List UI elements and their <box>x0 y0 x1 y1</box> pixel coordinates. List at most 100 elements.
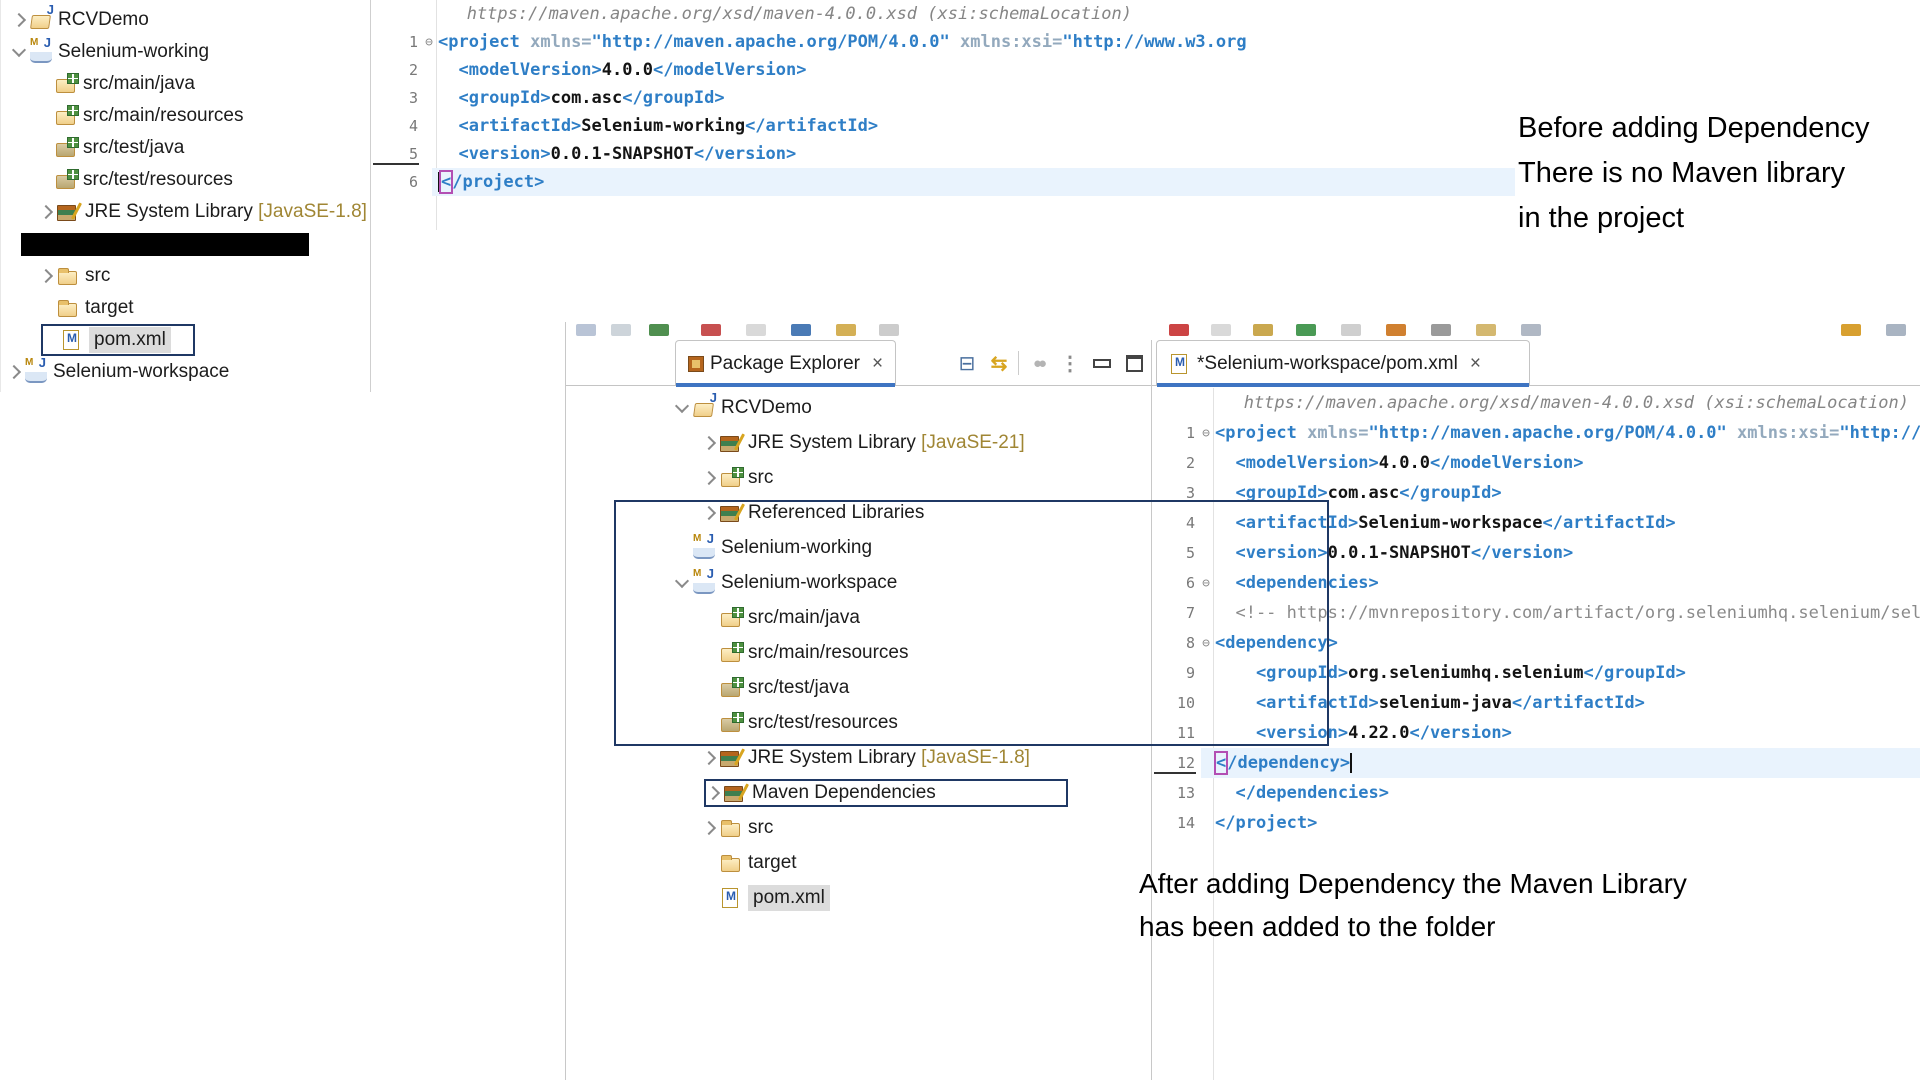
code-line-5[interactable]: 5 <version>0.0.1-SNAPSHOT</version> <box>1153 538 1920 568</box>
package-explorer-tree-bottom[interactable]: RCVDemoJRE System Library [JavaSE-21]src… <box>566 390 1150 915</box>
link-with-editor-icon[interactable]: ⇆ <box>983 347 1015 379</box>
filters-icon[interactable]: ●● <box>1022 347 1054 379</box>
code-line-8[interactable]: 8⊖<dependency> <box>1153 628 1920 658</box>
tree-item-src-test-java[interactable]: src/test/java <box>1 132 370 164</box>
chevron-collapsed-icon[interactable] <box>12 13 26 27</box>
chevron-collapsed-icon[interactable] <box>702 435 716 449</box>
tree-item-src-main-java[interactable]: src/main/java <box>566 600 1150 635</box>
code-line-2[interactable]: 2 <modelVersion>4.0.0</modelVersion> <box>372 56 1515 84</box>
chevron-collapsed-icon[interactable] <box>702 820 716 834</box>
tree-item-src[interactable]: src <box>566 460 1150 495</box>
tab-selenium-workspace-pom[interactable]: *Selenium-workspace/pom.xml × <box>1156 340 1530 386</box>
close-icon[interactable]: × <box>872 353 883 375</box>
toolbar-icon-fragment <box>836 324 856 336</box>
fold-collapse-icon[interactable]: ⊖ <box>420 35 438 50</box>
tree-item-src-main-resources[interactable]: src/main/resources <box>1 100 370 132</box>
syntax-segment: <modelVersion> <box>1215 453 1379 473</box>
view-toolbar: ⊟ ⇆ ●● ⋮ <box>951 346 1150 380</box>
toolbar-icon-fragment <box>1476 324 1496 336</box>
package-explorer-icon <box>688 356 704 372</box>
code-line-5[interactable]: 5 <version>0.0.1-SNAPSHOT</version> <box>372 140 1515 168</box>
tree-item-selenium-working[interactable]: Selenium-working <box>566 530 1150 565</box>
code-line-1[interactable]: 1⊖<project xmlns="http://maven.apache.or… <box>372 28 1515 56</box>
tree-item-src-test-resources[interactable]: src/test/resources <box>1 164 370 196</box>
chevron-collapsed-icon[interactable] <box>702 750 716 764</box>
tree-item-jre-system-library[interactable]: JRE System Library [JavaSE-1.8] <box>1 196 370 228</box>
maximize-icon[interactable] <box>1118 347 1150 379</box>
chevron-expanded-icon[interactable] <box>675 573 689 587</box>
chevron-collapsed-icon[interactable] <box>39 205 53 219</box>
toolbar-icon-fragment <box>1886 324 1906 336</box>
tab-package-explorer[interactable]: Package Explorer × <box>675 340 896 386</box>
tree-item-src-test-resources[interactable]: src/test/resources <box>566 705 1150 740</box>
chevron-collapsed-icon[interactable] <box>7 365 21 379</box>
chevron-expanded-icon[interactable] <box>675 398 689 412</box>
chevron-collapsed-icon[interactable] <box>702 505 716 519</box>
collapse-all-icon[interactable]: ⊟ <box>951 347 983 379</box>
tree-item-pom-xml[interactable]: pom.xml <box>1 324 370 356</box>
tree-item-src[interactable]: src <box>1 260 370 292</box>
code-line-6[interactable]: 6⊖ <dependencies> <box>1153 568 1920 598</box>
view-menu-icon[interactable]: ⋮ <box>1054 347 1086 379</box>
chevron-expanded-icon[interactable] <box>12 43 26 57</box>
composite-screenshot: { "colors": { "xml_tag": "#2e7ec6", "xml… <box>0 0 1920 1080</box>
syntax-segment: /dependency> <box>1227 753 1350 773</box>
tree-item-selenium-workspace[interactable]: Selenium-workspace <box>1 356 370 388</box>
tree-item-rcvdemo[interactable]: RCVDemo <box>566 390 1150 425</box>
maven-icon <box>30 41 52 63</box>
code-text: <artifactId>selenium-java</artifactId> <box>1215 693 1645 713</box>
tree-item-selenium-workspace[interactable]: Selenium-workspace <box>566 565 1150 600</box>
line-number: 6 <box>372 173 420 191</box>
code-line-12[interactable]: 12</dependency> <box>1153 748 1920 778</box>
code-text: <project xmlns="http://maven.apache.org/… <box>438 32 1247 52</box>
tree-item-pom-xml[interactable]: pom.xml <box>566 880 1150 915</box>
tree-item-referenced-libraries[interactable]: Referenced Libraries <box>566 495 1150 530</box>
tree-item-rcvdemo[interactable]: RCVDemo <box>1 4 370 36</box>
tree-item-src[interactable]: src <box>566 810 1150 845</box>
code-line-2[interactable]: 2 <modelVersion>4.0.0</modelVersion> <box>1153 448 1920 478</box>
code-line-1[interactable]: 1⊖<project xmlns="http://maven.apache.or… <box>1153 418 1920 448</box>
tree-item-maven-dependencies[interactable]: Maven Dependencies <box>566 775 1150 810</box>
tree-item-target[interactable]: target <box>1 292 370 324</box>
fold-collapse-icon[interactable]: ⊖ <box>1197 426 1215 441</box>
lib-icon <box>57 202 79 222</box>
tree-item-src-main-java[interactable]: src/main/java <box>1 68 370 100</box>
code-line-4[interactable]: 4 <artifactId>Selenium-working</artifact… <box>372 112 1515 140</box>
fold-collapse-icon[interactable]: ⊖ <box>1197 576 1215 591</box>
line-number: 10 <box>1153 694 1197 712</box>
code-line-14[interactable]: 14</project> <box>1153 808 1920 838</box>
chevron-collapsed-icon[interactable] <box>702 470 716 484</box>
panel-divider[interactable] <box>1151 340 1152 1080</box>
code-line-6[interactable]: 6</project> <box>372 168 1515 196</box>
code-line-3[interactable]: 3 <groupId>com.asc</groupId> <box>1153 478 1920 508</box>
srcpkg-icon <box>55 106 77 126</box>
annotation-after-dependency: After adding Dependency the Maven Librar… <box>1139 862 1687 948</box>
pom-icon <box>61 330 83 350</box>
tree-item-jre-system-library[interactable]: JRE System Library [JavaSE-21] <box>566 425 1150 460</box>
testpkg-icon <box>720 678 742 698</box>
syntax-segment: com.asc <box>1328 483 1400 503</box>
pom-editor-selenium-workspace[interactable]: https://maven.apache.org/xsd/maven-4.0.0… <box>1153 388 1920 1080</box>
tree-item-target[interactable]: target <box>566 845 1150 880</box>
fold-collapse-icon[interactable]: ⊖ <box>1197 636 1215 651</box>
tree-item-src-main-resources[interactable]: src/main/resources <box>566 635 1150 670</box>
close-icon[interactable]: × <box>1470 353 1481 375</box>
annotation-line: There is no Maven library <box>1518 151 1869 196</box>
srcpkg-icon <box>720 608 742 628</box>
code-line-10[interactable]: 10 <artifactId>selenium-java</artifactId… <box>1153 688 1920 718</box>
chevron-collapsed-icon[interactable] <box>39 269 53 283</box>
tree-item-jre-system-library[interactable]: JRE System Library [JavaSE-1.8] <box>566 740 1150 775</box>
tree-item-selenium-working[interactable]: Selenium-working <box>1 36 370 68</box>
code-line-7[interactable]: 7 <!-- https://mvnrepository.com/artifac… <box>1153 598 1920 628</box>
minimize-icon[interactable] <box>1086 347 1118 379</box>
code-line-3[interactable]: 3 <groupId>com.asc</groupId> <box>372 84 1515 112</box>
code-line-13[interactable]: 13 </dependencies> <box>1153 778 1920 808</box>
package-explorer-tree-top[interactable]: RCVDemoSelenium-workingsrc/main/javasrc/… <box>0 0 371 392</box>
code-line-9[interactable]: 9 <groupId>org.seleniumhq.selenium</grou… <box>1153 658 1920 688</box>
code-line-11[interactable]: 11 <version>4.22.0</version> <box>1153 718 1920 748</box>
tree-item-src-test-java[interactable]: src/test/java <box>566 670 1150 705</box>
pom-editor-selenium-working[interactable]: https://maven.apache.org/xsd/maven-4.0.0… <box>372 0 1515 230</box>
chevron-collapsed-icon[interactable] <box>706 785 720 799</box>
code-line-4[interactable]: 4 <artifactId>Selenium-workspace</artifa… <box>1153 508 1920 538</box>
tree-item-label: target <box>748 852 797 874</box>
